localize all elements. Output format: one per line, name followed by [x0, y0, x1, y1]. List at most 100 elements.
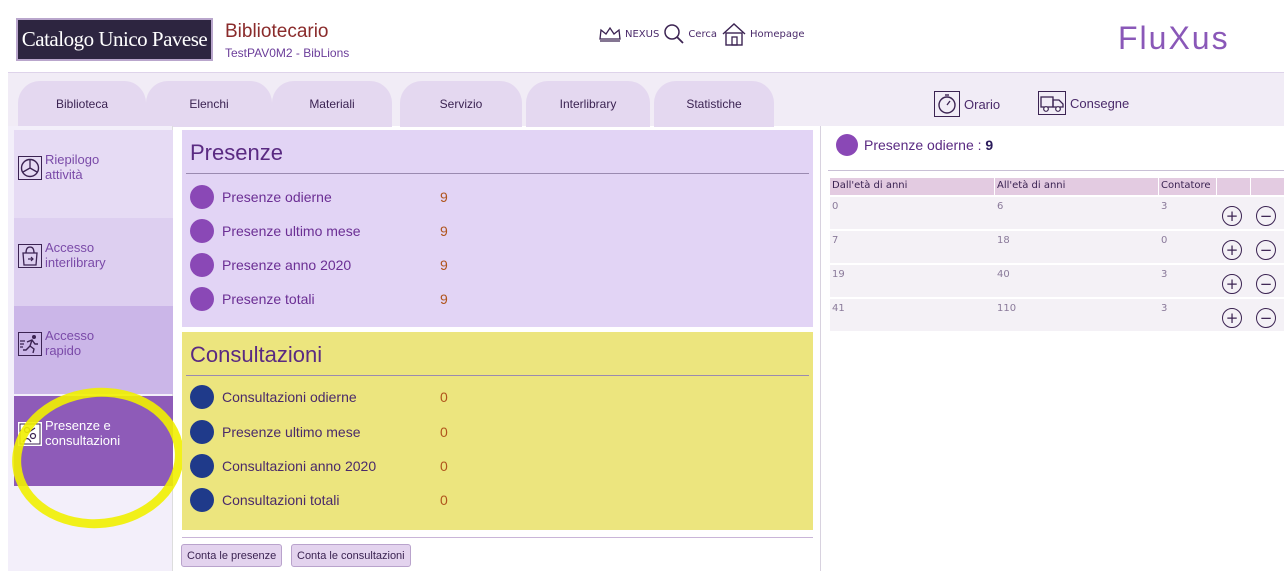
increment-button[interactable]: + — [1222, 308, 1242, 328]
homepage-label: Homepage — [749, 28, 805, 40]
stat-value: 0 — [440, 492, 448, 508]
tab-materiali[interactable]: Materiali — [272, 81, 392, 127]
presenze-odierne-header: Presenze odierne : 9 — [836, 134, 993, 156]
stat-row: Consultazioni totali 0 — [190, 487, 448, 513]
divider — [182, 537, 813, 538]
presenze-panel: Presenze Presenze odierne 9 Presenze ult… — [182, 130, 813, 327]
conta-presenze-button[interactable]: Conta le presenze — [181, 544, 283, 567]
presenze-odierne-label: Presenze odierne : — [864, 137, 986, 153]
column-header: All'età di anni — [995, 178, 1158, 195]
stopwatch-icon — [934, 91, 960, 117]
cerca-link[interactable]: Cerca — [663, 23, 717, 45]
tab-servizio[interactable]: Servizio — [400, 81, 522, 127]
stat-label: Presenze odierne — [222, 189, 332, 205]
delivery-truck-icon — [1038, 91, 1066, 115]
cell-from: 7 — [832, 235, 839, 246]
bullet-icon — [190, 454, 214, 478]
tab-statistiche[interactable]: Statistiche — [654, 81, 774, 127]
sidebar-item-presenze-consultazioni[interactable]: Presenze e consultazioni — [14, 396, 173, 486]
stat-label: Presenze anno 2020 — [222, 257, 352, 273]
column-header-empty — [1251, 178, 1284, 195]
decrement-button[interactable]: − — [1256, 240, 1276, 260]
sidebar-item-label: Presenze e consultazioni — [45, 418, 120, 448]
cell-from: 19 — [832, 269, 845, 280]
consultazioni-panel: Consultazioni Consultazioni odierne 0 Pr… — [182, 332, 813, 530]
tab-elenchi[interactable]: Elenchi — [146, 81, 272, 127]
logo-text: Catalogo Unico Pavese — [21, 27, 208, 51]
user-role: Bibliotecario — [225, 21, 329, 42]
decrement-button[interactable]: − — [1256, 308, 1276, 328]
stat-label: Consultazioni odierne — [222, 389, 357, 405]
sidebar-item-label: Accesso interlibrary — [45, 240, 106, 270]
stat-value: 0 — [440, 424, 448, 440]
column-header: Dall'età di anni — [830, 178, 994, 195]
crown-icon — [599, 26, 621, 42]
sidebar-item-accesso-interlibrary[interactable]: Accesso interlibrary — [14, 218, 173, 306]
cell-to: 6 — [997, 201, 1004, 212]
table-row: 7 18 0 + − — [830, 231, 1284, 264]
sidebar-label-line1: Presenze e — [45, 418, 111, 433]
sidebar-label-line2: consultazioni — [45, 433, 121, 448]
orario-button[interactable]: Orario — [934, 91, 1000, 117]
consegne-label: Consegne — [1070, 95, 1130, 111]
top-links: NEXUS Cerca Homepage — [598, 22, 805, 46]
homepage-link[interactable]: Homepage — [721, 22, 805, 46]
table-row: 19 40 3 + − — [830, 265, 1284, 298]
logo[interactable]: Catalogo Unico Pavese — [16, 18, 213, 61]
nexus-link[interactable]: NEXUS — [598, 26, 659, 42]
stat-row: Presenze ultimo mese 9 — [190, 218, 448, 244]
increment-button[interactable]: + — [1222, 206, 1242, 226]
search-icon — [664, 24, 684, 44]
increment-button[interactable]: + — [1222, 240, 1242, 260]
consultazioni-title: Consultazioni — [190, 342, 323, 367]
home-icon — [722, 23, 746, 46]
cell-counter: 3 — [1161, 201, 1168, 212]
user-name: TestPAV0M2 - BibLions — [225, 46, 350, 60]
runner-icon — [18, 332, 42, 356]
presenze-odierne-count: 9 — [985, 137, 994, 153]
bag-icon — [18, 244, 42, 268]
sidebar-item-label: Riepilogo attività — [45, 152, 99, 182]
presenze-title: Presenze — [190, 140, 283, 165]
pie-chart-icon — [18, 156, 42, 180]
stat-value: 9 — [440, 257, 448, 273]
sidebar-item-accesso-rapido[interactable]: Accesso rapido — [14, 306, 173, 394]
cell-to: 18 — [997, 235, 1010, 246]
column-header-empty — [1217, 178, 1250, 195]
bullet-icon — [190, 253, 214, 277]
tab-interlibrary[interactable]: Interlibrary — [526, 81, 650, 127]
bullet-icon — [190, 420, 214, 444]
divider — [186, 375, 809, 376]
conta-consultazioni-button[interactable]: Conta le consultazioni — [291, 544, 411, 567]
divider — [820, 126, 821, 571]
app-header: Catalogo Unico Pavese Bibliotecario Test… — [8, 8, 1284, 68]
brand-logo: FluXus — [1118, 20, 1230, 56]
table-row: 0 6 3 + − — [830, 197, 1284, 230]
stat-label: Consultazioni totali — [222, 492, 340, 508]
stat-row: Presenze anno 2020 9 — [190, 252, 448, 278]
sidebar-item-label: Accesso rapido — [45, 328, 94, 358]
main-nav: Biblioteca Elenchi Materiali Servizio In… — [8, 72, 1284, 127]
cell-to: 110 — [997, 303, 1017, 314]
increment-button[interactable]: + — [1222, 274, 1242, 294]
cell-from: 41 — [832, 303, 845, 314]
cerca-label: Cerca — [688, 28, 717, 40]
sidebar-label-line2: attività — [45, 167, 83, 182]
stat-value: 0 — [440, 389, 448, 405]
bullet-icon — [190, 219, 214, 243]
stat-row: Presenze ultimo mese 0 — [190, 419, 448, 445]
orario-label: Orario — [964, 96, 1001, 112]
decrement-button[interactable]: − — [1256, 206, 1276, 226]
sidebar-label-line1: Accesso — [45, 240, 95, 255]
tab-biblioteca[interactable]: Biblioteca — [18, 81, 146, 127]
decrement-button[interactable]: − — [1256, 274, 1276, 294]
sidebar-item-riepilogo[interactable]: Riepilogo attività — [14, 130, 173, 218]
sidebar-label-line1: Riepilogo — [45, 152, 100, 167]
bullet-icon — [190, 185, 214, 209]
stat-label: Presenze ultimo mese — [222, 424, 361, 440]
stat-label: Consultazioni anno 2020 — [222, 458, 377, 474]
cell-from: 0 — [832, 201, 839, 212]
consegne-button[interactable]: Consegne — [1038, 91, 1129, 115]
stat-row: Consultazioni anno 2020 0 — [190, 453, 448, 479]
bullet-icon — [190, 385, 214, 409]
